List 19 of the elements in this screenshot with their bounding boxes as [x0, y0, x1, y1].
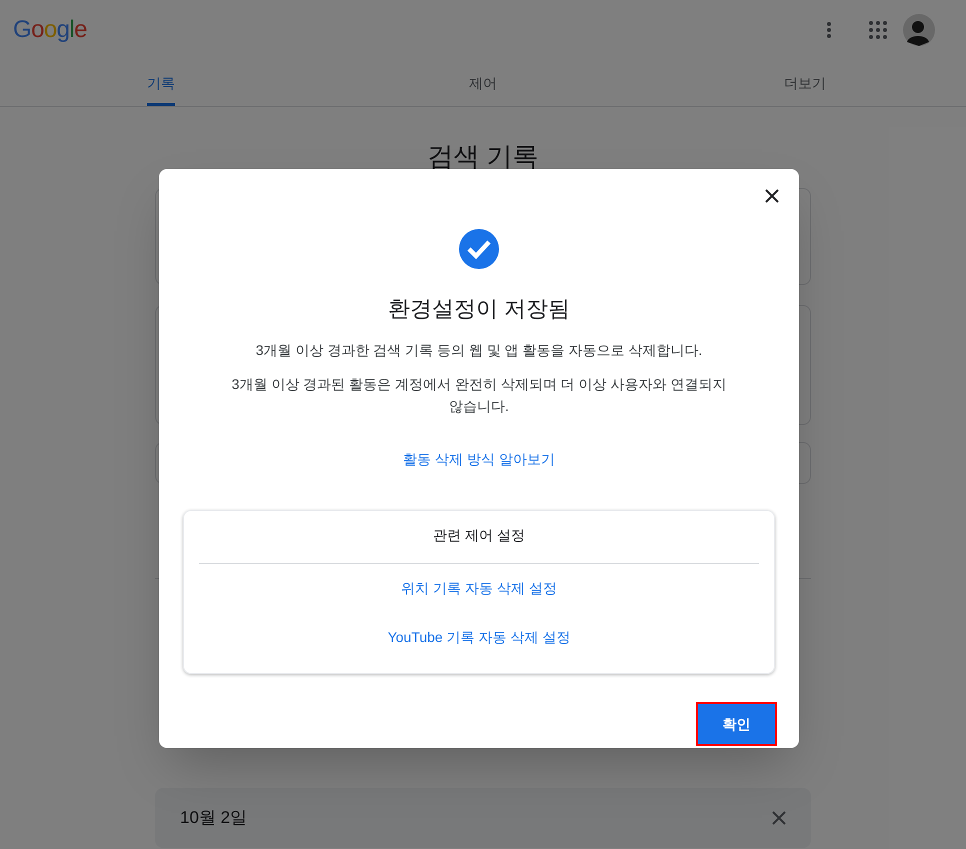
dialog-message: 3개월 이상 경과한 검색 기록 등의 웹 및 앱 활동을 자동으로 삭제합니다. [256, 341, 702, 360]
page-title: 검색 기록 [426, 140, 540, 173]
more-options-icon[interactable] [827, 22, 831, 38]
settings-link[interactable]: 위치 기록 자동 삭제 설정 [401, 578, 557, 599]
close-icon[interactable] [765, 189, 779, 203]
section-heading: 관련 제어 설정 [433, 526, 525, 545]
apps-grid-icon[interactable] [869, 21, 887, 39]
tab[interactable]: 제어 [469, 60, 497, 106]
tab[interactable]: 더보기 [784, 60, 826, 106]
dialog-title: 환경설정이 저장됨 [388, 295, 570, 323]
avatar-icon[interactable] [903, 14, 935, 46]
check-circle-icon [459, 229, 499, 269]
settings-link[interactable]: YouTube 기록 자동 삭제 설정 [388, 627, 570, 648]
dialog-message: 3개월 이상 경과된 활동은 계정에서 완전히 삭제되며 더 이상 사용자와 연결되지 않습니다. [230, 375, 728, 416]
date-heading: 10월 2일 [180, 807, 248, 830]
tab[interactable]: 기록 [147, 60, 175, 106]
confirm-button[interactable]: 확인 [698, 704, 775, 744]
learn-more-link[interactable]: 활동 삭제 방식 알아보기 [403, 449, 555, 470]
google-logo[interactable]: Google [13, 12, 87, 48]
